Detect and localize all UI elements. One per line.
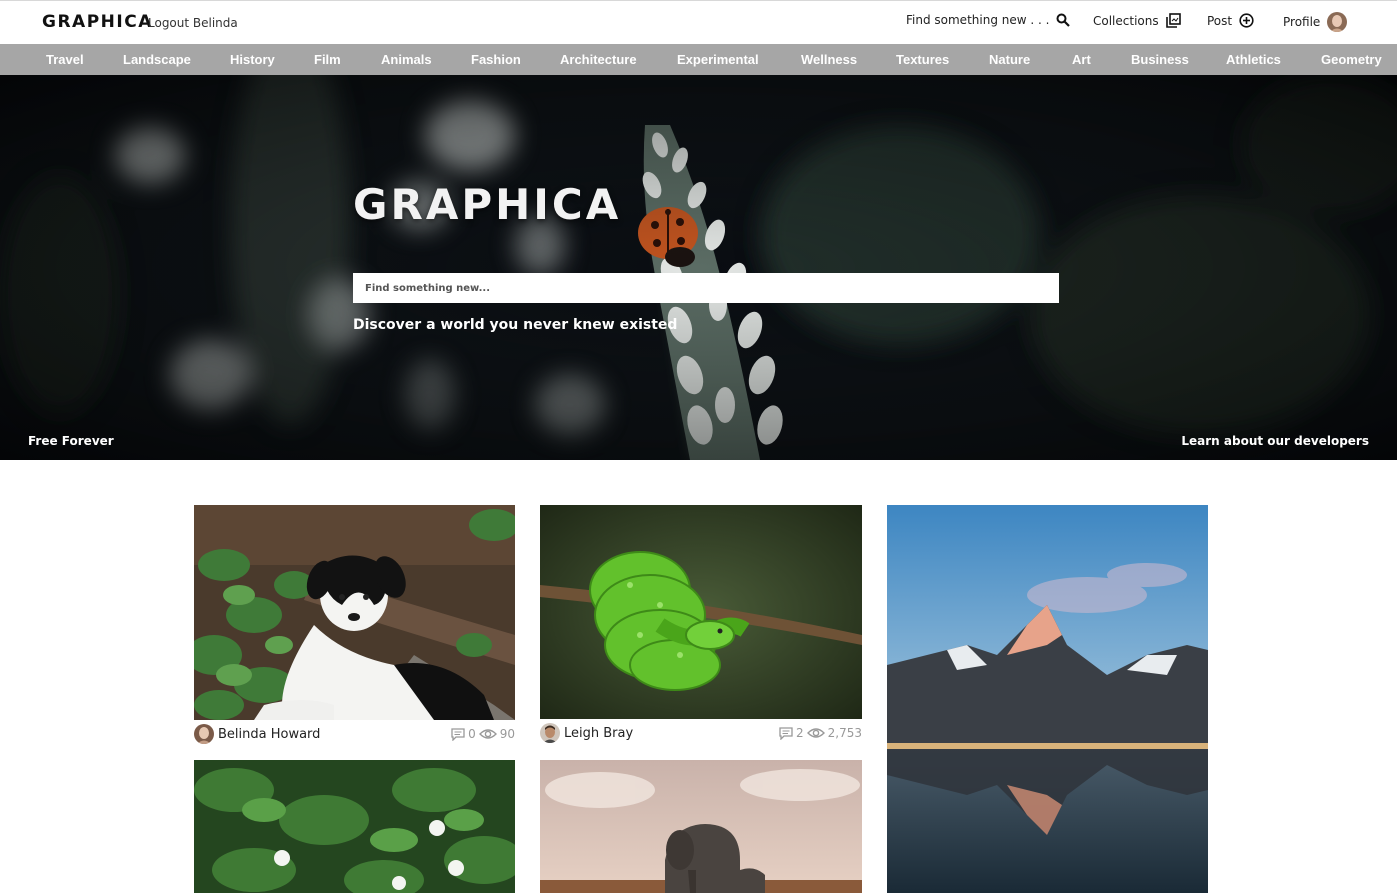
post-image-green-snake[interactable] bbox=[540, 505, 862, 719]
post-meta: Belinda Howard 0 90 bbox=[194, 723, 515, 745]
developers-link[interactable]: Learn about our developers bbox=[1181, 434, 1369, 448]
header-search-label: Find something new . . . bbox=[906, 13, 1050, 27]
author-name[interactable]: Belinda Howard bbox=[218, 727, 320, 742]
category-wellness[interactable]: Wellness bbox=[801, 52, 857, 67]
comment-count: 2 bbox=[796, 726, 804, 740]
author-avatar[interactable] bbox=[540, 723, 560, 743]
category-athletics[interactable]: Athletics bbox=[1226, 52, 1281, 67]
author-name[interactable]: Leigh Bray bbox=[564, 726, 633, 741]
search-icon bbox=[1056, 13, 1071, 27]
logout-link[interactable]: Logout Belinda bbox=[148, 16, 238, 30]
hero-tagline: Discover a world you never knew existed bbox=[353, 317, 678, 333]
profile-button[interactable]: Profile bbox=[1283, 12, 1348, 32]
eye-icon bbox=[478, 729, 497, 739]
hero-search-input[interactable] bbox=[353, 273, 1059, 303]
category-nav: Travel Landscape History Film Animals Fa… bbox=[0, 44, 1397, 75]
category-experimental[interactable]: Experimental bbox=[677, 52, 759, 67]
comment-count: 0 bbox=[468, 727, 476, 741]
collections-icon bbox=[1165, 13, 1181, 28]
view-count: 2,753 bbox=[827, 726, 862, 740]
category-landscape[interactable]: Landscape bbox=[123, 52, 191, 67]
post-button[interactable]: Post bbox=[1207, 13, 1254, 28]
post-image-puppy[interactable] bbox=[194, 505, 515, 720]
hero-logo: GRAPHICA bbox=[353, 180, 622, 229]
category-textures[interactable]: Textures bbox=[896, 52, 949, 67]
post-image-white-flowers[interactable] bbox=[194, 760, 515, 893]
category-geometry[interactable]: Geometry bbox=[1321, 52, 1382, 67]
category-art[interactable]: Art bbox=[1072, 52, 1091, 67]
eye-icon bbox=[806, 728, 825, 738]
plus-circle-icon bbox=[1239, 13, 1254, 28]
hero-background-image bbox=[0, 75, 1397, 460]
comment-icon bbox=[779, 726, 793, 740]
category-animals[interactable]: Animals bbox=[381, 52, 432, 67]
hero-banner: GRAPHICA Discover a world you never knew… bbox=[0, 75, 1397, 460]
category-architecture[interactable]: Architecture bbox=[560, 52, 637, 67]
profile-label: Profile bbox=[1283, 15, 1321, 29]
top-header: GRAPHICA Logout Belinda Find something n… bbox=[0, 0, 1397, 44]
site-logo[interactable]: GRAPHICA bbox=[42, 12, 153, 32]
category-fashion[interactable]: Fashion bbox=[471, 52, 521, 67]
collections-button[interactable]: Collections bbox=[1093, 13, 1181, 28]
post-label: Post bbox=[1207, 13, 1233, 28]
collections-label: Collections bbox=[1093, 13, 1159, 28]
post-stats: 2 2,753 bbox=[779, 726, 862, 740]
post-stats: 0 90 bbox=[451, 727, 515, 741]
post-image-mountain-lake[interactable] bbox=[887, 505, 1208, 893]
header-search[interactable]: Find something new . . . bbox=[906, 13, 1071, 27]
category-nature[interactable]: Nature bbox=[989, 52, 1030, 67]
comment-icon bbox=[451, 727, 465, 741]
category-travel[interactable]: Travel bbox=[46, 52, 84, 67]
view-count: 90 bbox=[499, 727, 515, 741]
author-avatar[interactable] bbox=[194, 724, 214, 744]
free-forever-label: Free Forever bbox=[28, 434, 114, 448]
category-film[interactable]: Film bbox=[314, 52, 341, 67]
category-history[interactable]: History bbox=[230, 52, 275, 67]
profile-avatar bbox=[1327, 12, 1348, 32]
post-image-elephant[interactable] bbox=[540, 760, 862, 893]
category-business[interactable]: Business bbox=[1131, 52, 1189, 67]
post-meta: Leigh Bray 2 2,753 bbox=[540, 722, 862, 744]
